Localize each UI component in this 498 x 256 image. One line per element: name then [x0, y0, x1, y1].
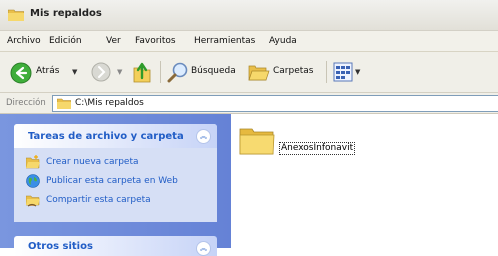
toolbar-separator-2	[326, 61, 327, 83]
collapse-icon[interactable]: ︽	[196, 129, 211, 144]
task-publish-web-label: Publicar esta carpeta en Web	[46, 176, 178, 186]
menu-edicion[interactable]: Edición	[49, 36, 82, 46]
menu-bar: Archivo Edición Ver Favoritos Herramient…	[0, 31, 498, 52]
task-share-folder-label: Compartir esta carpeta	[46, 195, 151, 205]
views-dropdown-icon[interactable]: ▼	[355, 68, 360, 76]
address-input[interactable]: C:\Mis repaldos	[52, 95, 498, 112]
forward-button[interactable]	[91, 62, 111, 82]
collapse-icon[interactable]: ︽	[196, 241, 211, 256]
file-folder-tasks-panel: Tareas de archivo y carpeta ︽ Crear nuev…	[14, 124, 217, 222]
other-places-title: Otros sitios	[28, 241, 93, 252]
toolbar: Atrás ▼ ▼ Búsqueda Carpetas ▼	[0, 52, 498, 93]
window-title: Mis repaldos	[30, 8, 102, 19]
address-label: Dirección	[6, 98, 46, 108]
folder-icon	[8, 9, 24, 21]
views-button[interactable]	[333, 62, 353, 82]
folders-label: Carpetas	[273, 66, 314, 76]
menu-herramientas[interactable]: Herramientas	[194, 36, 255, 46]
file-folder-tasks-title: Tareas de archivo y carpeta	[28, 131, 184, 142]
menu-ayuda[interactable]: Ayuda	[269, 36, 297, 46]
menu-archivo[interactable]: Archivo	[7, 36, 41, 46]
address-path: C:\Mis repaldos	[75, 98, 144, 108]
title-bar: Mis repaldos	[0, 0, 498, 31]
back-label: Atrás	[36, 66, 60, 76]
back-dropdown-icon[interactable]: ▼	[72, 68, 77, 76]
back-arrow-icon	[10, 62, 32, 84]
forward-dropdown-icon[interactable]: ▼	[117, 68, 122, 76]
task-pane: Tareas de archivo y carpeta ︽ Crear nuev…	[0, 114, 231, 256]
search-icon	[167, 62, 188, 83]
folder-item[interactable]: AnexosInfonavit	[239, 122, 379, 166]
search-label: Búsqueda	[191, 66, 236, 76]
folder-name: AnexosInfonavit	[279, 142, 356, 155]
file-folder-tasks-header[interactable]: Tareas de archivo y carpeta ︽	[14, 124, 217, 148]
share-folder-icon	[26, 195, 40, 207]
toolbar-separator	[160, 61, 161, 83]
menu-favoritos[interactable]: Favoritos	[135, 36, 176, 46]
address-bar: Dirección C:\Mis repaldos	[0, 93, 498, 114]
other-places-header[interactable]: Otros sitios ︽	[14, 236, 217, 256]
task-new-folder-label: Crear nueva carpeta	[46, 157, 139, 167]
globe-icon	[26, 174, 40, 188]
back-button[interactable]: Atrás	[10, 52, 80, 92]
folder-icon	[239, 128, 275, 155]
menu-ver[interactable]: Ver	[106, 36, 121, 46]
folders-icon	[248, 65, 270, 81]
folder-icon	[57, 98, 71, 109]
search-button[interactable]: Búsqueda	[167, 52, 241, 92]
folders-button[interactable]: Carpetas	[248, 52, 320, 92]
new-folder-icon	[26, 155, 40, 169]
file-list-area: AnexosInfonavit	[231, 114, 498, 248]
up-folder-button[interactable]	[132, 60, 154, 84]
